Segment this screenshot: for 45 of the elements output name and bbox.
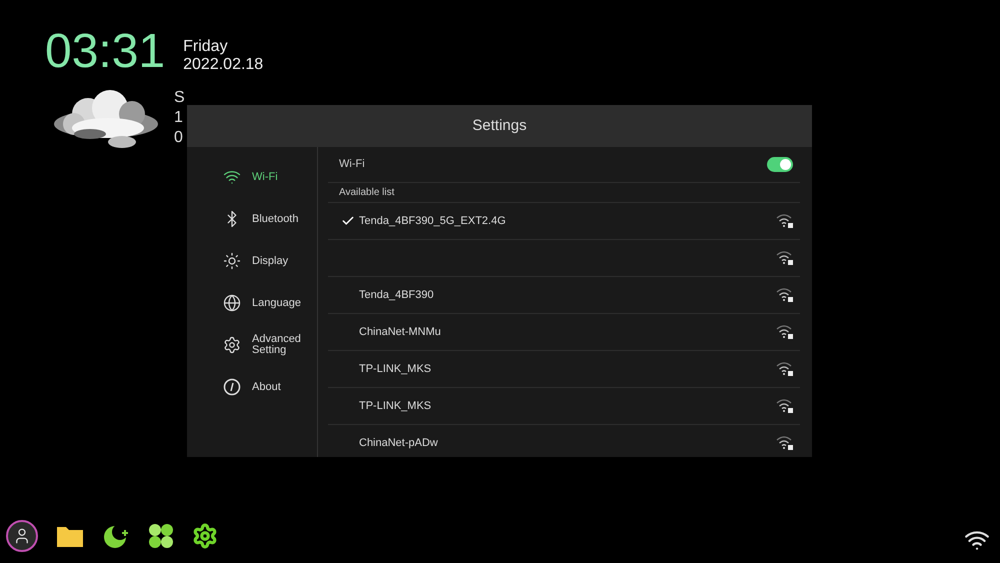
network-name: TP-LINK_MKS xyxy=(359,362,432,377)
network-name: ChinaNet-pADw xyxy=(359,436,439,451)
sun-icon xyxy=(223,252,241,270)
wifi-lock-icon xyxy=(776,324,794,340)
wifi-lock-icon xyxy=(776,287,794,303)
network-name: ChinaNet-MNMu xyxy=(359,324,442,340)
wifi-lock-icon xyxy=(776,361,794,377)
settings-icon xyxy=(223,336,241,354)
sidebar-item[interactable]: Wi-Fi xyxy=(187,156,317,198)
sidebar-item[interactable]: About xyxy=(187,366,317,408)
network-row[interactable]: TP-LINK_MKS xyxy=(328,388,800,425)
folder-icon[interactable] xyxy=(56,524,84,548)
date-label: 2022.02.18 xyxy=(183,56,264,74)
sidebar-item[interactable]: Language xyxy=(187,282,317,324)
network-row[interactable]: TP-LINK_MKS xyxy=(328,351,800,388)
list-heading: Available list xyxy=(339,186,394,200)
network-row[interactable]: ChinaNet-pADw xyxy=(328,425,800,457)
network-name: Tenda_4BF390 xyxy=(359,288,435,303)
network-row[interactable]: ChinaNet-MNMu xyxy=(328,314,800,351)
sidebar-item[interactable]: Display xyxy=(187,240,317,282)
clover-icon[interactable] xyxy=(148,523,174,549)
sidebar-item[interactable]: Bluetooth xyxy=(187,198,317,240)
info-icon xyxy=(223,378,241,396)
clock-time: 03:31 xyxy=(45,28,166,76)
dialog-title: Settings xyxy=(472,116,527,136)
network-row[interactable]: Tenda_4BF390 xyxy=(328,277,800,314)
wifi-lock-icon xyxy=(776,250,794,266)
wifi-lock-icon xyxy=(776,398,794,414)
wifi-lock-icon xyxy=(776,435,794,451)
weather-text: 0 xyxy=(174,128,184,148)
wifi-label: Wi-Fi xyxy=(339,157,365,172)
user-avatar[interactable] xyxy=(6,520,38,552)
wifi-lock-icon xyxy=(776,213,794,229)
network-name: TP-LINK_MKS xyxy=(359,398,432,414)
weather-text: 1 xyxy=(174,108,184,128)
network-row[interactable]: Tenda_4BF390_5G_EXT2.4G xyxy=(328,203,800,240)
weekday-label: Friday xyxy=(183,38,229,56)
user-icon xyxy=(13,527,31,545)
weather-text: S xyxy=(174,88,185,108)
wifi-icon xyxy=(223,168,241,186)
sidebar-item[interactable]: Advanced Setting xyxy=(187,324,317,366)
network-name: Tenda_4BF390_5G_EXT2.4G xyxy=(359,214,507,229)
settings-icon[interactable] xyxy=(192,523,218,549)
globe-icon xyxy=(223,294,241,312)
wifi-toggle[interactable] xyxy=(767,157,793,172)
